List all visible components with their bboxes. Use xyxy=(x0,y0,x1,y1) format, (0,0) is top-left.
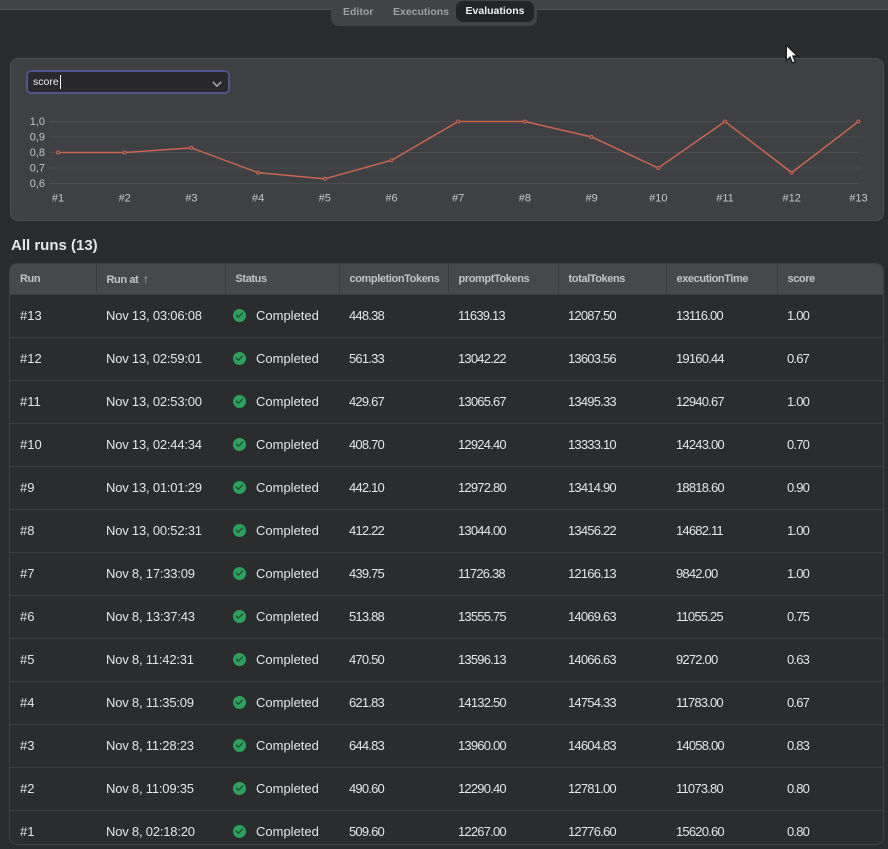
svg-text:#3: #3 xyxy=(185,193,197,205)
svg-text:#2: #2 xyxy=(119,193,131,205)
svg-text:0,6: 0,6 xyxy=(30,178,45,190)
svg-text:#8: #8 xyxy=(519,193,531,205)
svg-text:#9: #9 xyxy=(585,193,597,205)
svg-text:0,7: 0,7 xyxy=(30,163,45,175)
svg-text:#6: #6 xyxy=(385,193,397,205)
svg-text:#13: #13 xyxy=(849,193,867,205)
svg-text:#12: #12 xyxy=(783,193,801,205)
svg-text:#10: #10 xyxy=(649,193,667,205)
svg-text:#1: #1 xyxy=(52,193,64,205)
svg-text:0,9: 0,9 xyxy=(30,132,45,144)
svg-text:0,8: 0,8 xyxy=(30,147,45,159)
svg-text:1,0: 1,0 xyxy=(30,116,45,128)
svg-text:#11: #11 xyxy=(716,193,734,205)
svg-text:#5: #5 xyxy=(319,193,331,205)
svg-text:#7: #7 xyxy=(452,193,464,205)
svg-text:#4: #4 xyxy=(252,193,264,205)
